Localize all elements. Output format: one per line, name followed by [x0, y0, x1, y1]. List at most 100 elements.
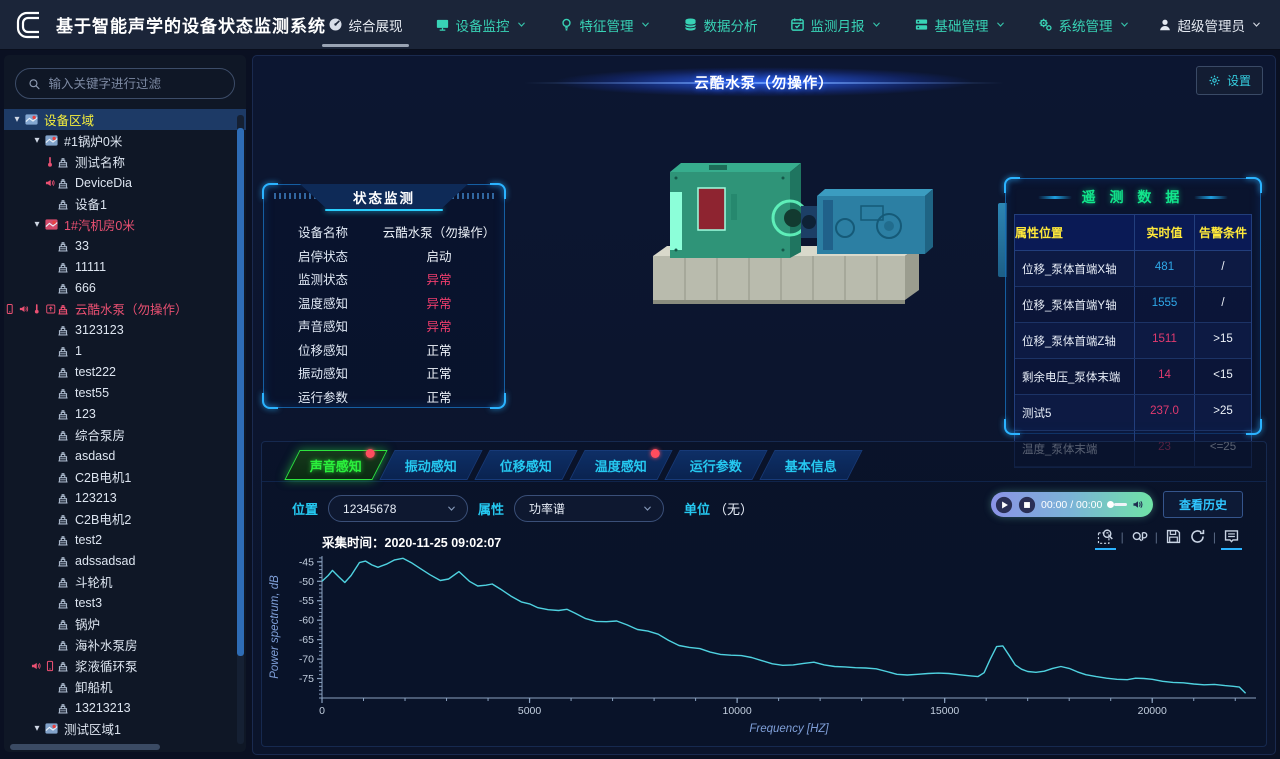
tab-运行参数[interactable]: 运行参数 [664, 450, 767, 480]
spectrum-chart[interactable]: -45-50-55-60-65-70-750500010000150002000… [264, 550, 1264, 750]
nav-item-3[interactable]: 特征管理 [559, 0, 651, 50]
tab-位移感知[interactable]: 位移感知 [474, 450, 577, 480]
tree-item-label: 1#汽机房0米 [64, 215, 135, 234]
device-icon [56, 659, 70, 673]
status-row: 位移感知正常 [264, 338, 504, 362]
status-label: 振动感知 [264, 363, 374, 382]
location-select[interactable]: 12345678 [328, 495, 468, 522]
zoom-reset-icon[interactable] [1131, 528, 1148, 545]
tab-振动感知[interactable]: 振动感知 [379, 450, 482, 480]
device-3d-model[interactable] [613, 134, 1003, 339]
tree-item-123213[interactable]: 123213 [4, 487, 246, 508]
tree-item-斗轮机[interactable]: 斗轮机 [4, 571, 246, 592]
nav-item-5[interactable]: 监测月报 [790, 0, 882, 50]
tree-item-测试区域1[interactable]: ▾测试区域1 [4, 718, 246, 739]
tab-声音感知[interactable]: 声音感知 [284, 450, 387, 480]
tree-item-test3[interactable]: test3 [4, 592, 246, 613]
telemetry-attr: 剩余电压_泵体末端 [1015, 359, 1135, 394]
status-row: 启停状态启动 [264, 244, 504, 268]
tree-item-adssadsad[interactable]: adssadsad [4, 550, 246, 571]
volume-slider[interactable] [1107, 501, 1127, 508]
tab-温度感知[interactable]: 温度感知 [569, 450, 672, 480]
device-icon [56, 701, 70, 715]
app-root: 基于智能声学的设备状态监测系统 综合展现设备监控特征管理数据分析监测月报基础管理… [0, 0, 1280, 759]
tree-item-C2B电机1[interactable]: C2B电机1 [4, 466, 246, 487]
telemetry-table: 属性位置实时值告警条件位移_泵体首端X轴481/位移_泵体首端Y轴1555/位移… [1014, 214, 1252, 468]
nav-item-label: 基础管理 [935, 15, 989, 35]
refresh-icon[interactable] [1189, 528, 1206, 545]
tree-expand-icon[interactable]: ▾ [30, 135, 44, 146]
attribute-select[interactable]: 功率谱 [514, 495, 664, 522]
status-rows: 设备名称云酷水泵（勿操作）启停状态启动监测状态异常温度感知异常声音感知异常位移感… [264, 220, 504, 408]
device-icon [56, 344, 70, 358]
server-icon [914, 17, 929, 32]
tree-search[interactable] [15, 68, 235, 99]
tree-item-label: 设备区域 [44, 110, 94, 129]
settings-button[interactable]: 设置 [1196, 66, 1263, 95]
tree-item-666[interactable]: 666 [4, 277, 246, 298]
view-history-button[interactable]: 查看历史 [1163, 491, 1243, 518]
tree-item-卸船机[interactable]: 卸船机 [4, 676, 246, 697]
search-input[interactable] [49, 77, 222, 91]
volume-icon [1132, 498, 1145, 511]
app-logo-icon [12, 7, 48, 43]
unit-value: （无） [714, 499, 753, 518]
main-content: 云酷水泵（勿操作） 设置 状态监测 设备名称云酷水泵（勿操作）启停状态启动监测状… [252, 55, 1276, 755]
nav-item-1[interactable]: 综合展现 [328, 0, 403, 50]
nav-item-2[interactable]: 设备监控 [435, 0, 527, 50]
tree-item-33[interactable]: 33 [4, 235, 246, 256]
user-menu[interactable]: 超级管理员 [1158, 15, 1263, 35]
save-image-icon[interactable] [1165, 528, 1182, 545]
tree-item-123[interactable]: 123 [4, 403, 246, 424]
tab-基本信息[interactable]: 基本信息 [759, 450, 862, 480]
tree-item-锅炉[interactable]: 锅炉 [4, 613, 246, 634]
tree-item-11111[interactable]: 11111 [4, 256, 246, 277]
tree-expand-icon[interactable]: ▾ [10, 114, 24, 125]
telemetry-row: 位移_泵体首端X轴481/ [1015, 251, 1251, 287]
sidebar-scrollbar-horizontal[interactable] [10, 744, 160, 750]
tree-item-test222[interactable]: test222 [4, 361, 246, 382]
tree-item-DeviceDia[interactable]: DeviceDia [4, 172, 246, 193]
tree-item-1[interactable]: 1 [4, 340, 246, 361]
tree-item-C2B电机2[interactable]: C2B电机2 [4, 508, 246, 529]
tree-item-设备1[interactable]: 设备1 [4, 193, 246, 214]
device-icon [56, 281, 70, 295]
svg-text:-50: -50 [299, 576, 314, 588]
tab-label: 位移感知 [500, 456, 552, 475]
tree-expand-icon[interactable]: ▾ [30, 723, 44, 734]
nav-item-4[interactable]: 数据分析 [683, 0, 758, 50]
top-nav: 基于智能声学的设备状态监测系统 综合展现设备监控特征管理数据分析监测月报基础管理… [0, 0, 1280, 50]
svg-text:Power spectrum, dB: Power spectrum, dB [269, 575, 281, 679]
tree-item-asdasd[interactable]: asdasd [4, 445, 246, 466]
stop-button[interactable] [1018, 496, 1036, 514]
tree-item-3123123[interactable]: 3123123 [4, 319, 246, 340]
tree-item-13213213[interactable]: 13213213 [4, 697, 246, 718]
tree-item-测试名称[interactable]: 测试名称 [4, 151, 246, 172]
status-label: 监测状态 [264, 269, 374, 288]
status-label: 启停状态 [264, 246, 374, 265]
nav-item-6[interactable]: 基础管理 [914, 0, 1006, 50]
tab-label: 温度感知 [595, 456, 647, 475]
audio-player: 00:00 / 00:00 [991, 492, 1153, 517]
telemetry-title: 遥 测 数 据 [1082, 187, 1185, 207]
tree-item-海补水泵房[interactable]: 海补水泵房 [4, 634, 246, 655]
sensing-detail-panel: 声音感知振动感知位移感知温度感知运行参数基本信息 位置 12345678 属性 … [261, 441, 1267, 747]
data-view-icon[interactable] [1223, 528, 1240, 545]
nav-item-7[interactable]: 系统管理 [1038, 0, 1130, 50]
tree-item-综合泵房[interactable]: 综合泵房 [4, 424, 246, 445]
play-button[interactable] [995, 496, 1013, 514]
tree-item-云酷水泵（勿操作）[interactable]: 云酷水泵（勿操作） [4, 298, 246, 319]
tree-expand-icon[interactable]: ▾ [30, 219, 44, 230]
sidebar-scrollbar-vertical[interactable] [237, 128, 244, 656]
unit-label: 单位 [684, 499, 710, 518]
chevron-down-icon [995, 19, 1006, 30]
alert-badge [651, 449, 660, 458]
tree-item-test55[interactable]: test55 [4, 382, 246, 403]
tree-item-设备区域[interactable]: ▾ 设备区域 [4, 109, 246, 130]
zoom-select-icon[interactable] [1097, 528, 1114, 545]
tree-item-浆液循环泵[interactable]: 浆液循环泵 [4, 655, 246, 676]
attribute-label: 属性 [478, 499, 504, 518]
tree-item-#1锅炉0米[interactable]: ▾#1锅炉0米 [4, 130, 246, 151]
tree-item-test2[interactable]: test2 [4, 529, 246, 550]
tree-item-1#汽机房0米[interactable]: ▾ 1#汽机房0米 [4, 214, 246, 235]
